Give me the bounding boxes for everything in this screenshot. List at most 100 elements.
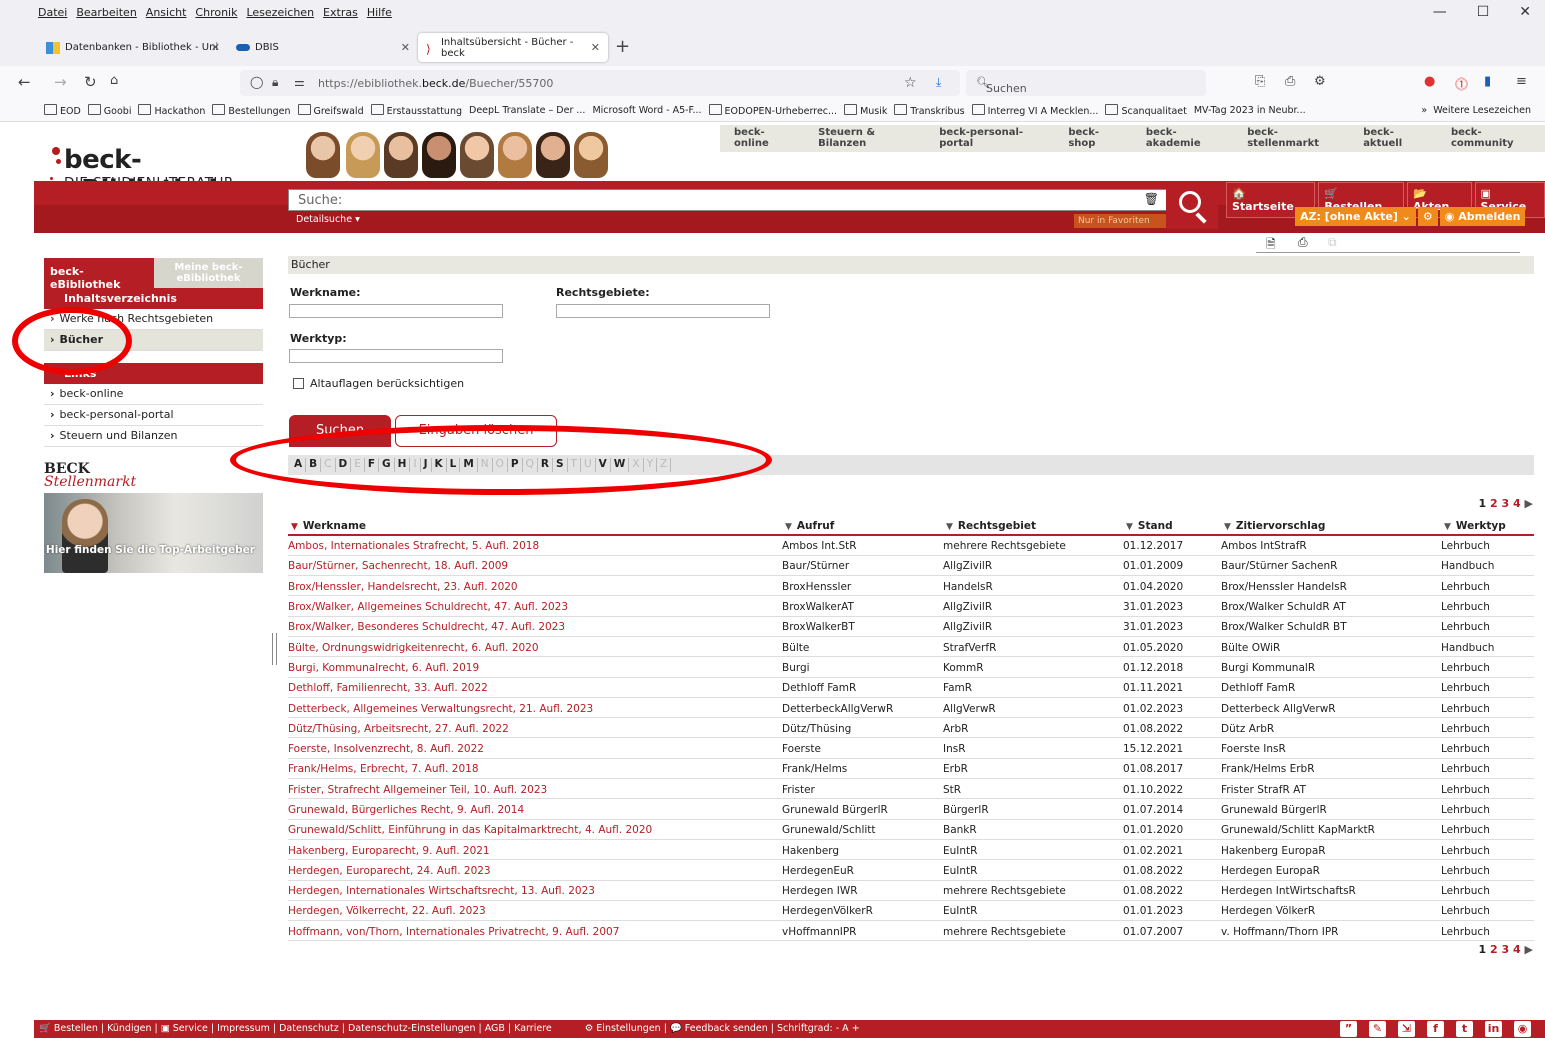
sidebar-resize-handle[interactable] (272, 633, 277, 665)
download-icon[interactable]: ⤓ (936, 75, 941, 90)
site-logo[interactable]: beck-eBibliothek DIE STUDIENLITERATUR (44, 137, 274, 205)
search-submit-button[interactable] (1166, 181, 1218, 229)
stellenmarkt-ad[interactable]: BECK Stellenmarkt Hier finden Sie die To… (44, 462, 263, 573)
cell-werkname[interactable]: Frank/Helms, Erbrecht, 7. Aufl. 2018 (288, 758, 782, 780)
cell-werkname[interactable]: Grunewald/Schlitt, Einführung in das Kap… (288, 819, 782, 840)
page-link[interactable]: 1 (1479, 943, 1487, 956)
menu-bearbeiten[interactable]: Bearbeiten (76, 6, 136, 19)
topnav-beck-online[interactable]: beck-online (720, 125, 804, 152)
rechtsgebiete-input[interactable] (556, 304, 770, 318)
sidebar-item-steuern-bilanzen[interactable]: › Steuern und Bilanzen (44, 426, 263, 447)
table-row[interactable]: Grunewald/Schlitt, Einführung in das Kap… (288, 819, 1534, 840)
bookmark-item[interactable]: Interreg VI A Mecklen... (972, 104, 1099, 117)
tab-inhaltsuebersicht[interactable]: ⟩ Inhaltsübersicht - Bücher - beck ✕ (418, 33, 608, 62)
shop-icon[interactable]: ⇲ (1398, 1021, 1415, 1037)
table-row[interactable]: Brox/Walker, Besonderes Schuldrecht, 47.… (288, 616, 1534, 637)
topnav-beck-akademie[interactable]: beck-akademie (1132, 125, 1233, 152)
col-header-aufruf[interactable]: ▼ Aufruf (782, 515, 943, 536)
close-tab-icon[interactable]: ✕ (211, 41, 220, 54)
topnav-beck-aktuell[interactable]: beck-aktuell (1349, 125, 1437, 152)
bookmark-item[interactable]: MV-Tag 2023 in Neubr... (1194, 105, 1306, 116)
abmelden-button[interactable]: ◉ Abmelden (1439, 207, 1526, 226)
col-header-zitiervorschlag[interactable]: ▼ Zitiervorschlag (1221, 515, 1441, 536)
table-row[interactable]: Foerste, Insolvenzrecht, 8. Aufl. 2022 Fo… (288, 737, 1534, 759)
extension-icon[interactable]: ⓵ (1455, 74, 1468, 93)
close-tab-icon[interactable]: ✕ (591, 41, 600, 54)
sidebar-item-beck-online[interactable]: › beck-online (44, 384, 263, 405)
settings-gear-icon[interactable]: ⚙ (1314, 74, 1326, 89)
cell-werkname[interactable]: Dethloff, Familienrecht, 33. Aufl. 2022 (288, 677, 782, 698)
printer-icon[interactable]: ⎙ (1285, 74, 1295, 89)
tab-meine-ebibliothek[interactable]: Meine beck-eBibliothek (154, 258, 263, 288)
forward-icon[interactable]: → (54, 73, 67, 91)
page-link[interactable]: 3 (1502, 497, 1510, 510)
url-bar[interactable]: ◯ 🔒︎ ⚌ https://ebibliothek.beck.de/Buech… (240, 70, 960, 96)
podcast-icon[interactable]: ✎ (1369, 1021, 1386, 1037)
bookmark-item[interactable]: Erstausstattung (371, 104, 462, 117)
bookmark-item[interactable]: Hackathon (138, 104, 205, 117)
table-row[interactable]: Burgi, Kommunalrecht, 6. Aufl. 2019 Burgi… (288, 656, 1534, 678)
topnav-personal-portal[interactable]: beck-personal-portal (925, 125, 1054, 152)
pocket-icon[interactable]: ⎘ (1255, 74, 1265, 89)
table-row[interactable]: Brox/Henssler, Handelsrecht, 23. Aufl. 2… (288, 575, 1534, 597)
page-link[interactable]: 3 (1502, 943, 1510, 956)
werkname-input[interactable] (289, 304, 503, 318)
werktyp-input[interactable] (289, 349, 503, 363)
footer-links[interactable]: 🛒 Bestellen | Kündigen | ▣ Service | Imp… (39, 1023, 552, 1034)
close-window-icon[interactable]: ✕ (1519, 4, 1531, 20)
home-icon[interactable]: ⌂ (110, 73, 118, 88)
akte-select[interactable]: AZ: [ohne Akte] ⌄ (1295, 207, 1416, 226)
col-header-werkname[interactable]: ▼ Werkname (288, 515, 782, 536)
cell-werkname[interactable]: Grunewald, Bürgerliches Recht, 9. Aufl. … (288, 798, 782, 820)
cell-werkname[interactable]: Dütz/Thüsing, Arbeitsrecht, 27. Aufl. 20… (288, 717, 782, 739)
close-tab-icon[interactable]: ✕ (401, 41, 410, 54)
table-row[interactable]: Frister, Strafrecht Allgemeiner Teil, 10… (288, 778, 1534, 800)
page-link[interactable]: 2 (1490, 943, 1498, 956)
more-bookmarks[interactable]: » Weitere Lesezeichen (1421, 105, 1531, 116)
linkedin-icon[interactable]: in (1485, 1021, 1502, 1037)
bookmark-item[interactable]: DeepL Translate – Der ... (469, 105, 585, 116)
altauflagen-checkbox[interactable]: Altauflagen berücksichtigen (293, 377, 464, 390)
col-header-rechtsgebiet[interactable]: ▼ Rechtsgebiet (943, 515, 1123, 536)
favorites-filter-checkbox[interactable]: Nur in Favoriten (1074, 214, 1167, 228)
page-link[interactable]: 1 (1479, 497, 1487, 510)
cell-werkname[interactable]: Hakenberg, Europarecht, 9. Aufl. 2021 (288, 839, 782, 861)
cell-werkname[interactable]: Burgi, Kommunalrecht, 6. Aufl. 2019 (288, 656, 782, 678)
settings-icon[interactable]: ⚙ (1417, 207, 1438, 226)
trash-icon[interactable]: 🗑︎ (1144, 192, 1159, 206)
new-tab-icon[interactable]: + (615, 36, 630, 57)
reload-icon[interactable]: ↻ (84, 73, 97, 91)
menu-ansicht[interactable]: Ansicht (146, 6, 187, 19)
cell-werkname[interactable]: Ambos, Internationales Strafrecht, 5. Au… (288, 535, 782, 556)
table-row[interactable]: Bülte, Ordnungswidrigkeitenrecht, 6. Auf… (288, 636, 1534, 658)
table-row[interactable]: Hoffmann, von/Thorn, Internationales Pri… (288, 920, 1534, 942)
site-search-input[interactable]: Suche: 🗑︎ (288, 189, 1168, 211)
back-icon[interactable]: ← (18, 73, 31, 91)
bookmark-item[interactable]: Greifswald (298, 104, 364, 117)
maximize-icon[interactable]: ☐ (1477, 4, 1490, 20)
table-row[interactable]: Dütz/Thüsing, Arbeitsrecht, 27. Aufl. 20… (288, 717, 1534, 739)
bookmark-item[interactable]: Transkribus (894, 104, 964, 117)
table-row[interactable]: Detterbeck, Allgemeines Verwaltungsrecht… (288, 697, 1534, 719)
table-row[interactable]: Baur/Stürner, Sachenrecht, 18. Aufl. 200… (288, 555, 1534, 577)
topnav-beck-shop[interactable]: beck-shop (1054, 125, 1132, 152)
cell-werkname[interactable]: Herdegen, Völkerrecht, 22. Aufl. 2023 (288, 900, 782, 922)
print-icon[interactable]: ⎙ (1298, 235, 1308, 250)
cell-werkname[interactable]: Herdegen, Europarecht, 24. Aufl. 2023 (288, 859, 782, 881)
document-icon[interactable]: 🗎 (1266, 235, 1276, 256)
next-page-icon[interactable]: ▶ (1525, 943, 1533, 956)
menu-datei[interactable]: Datei (38, 6, 67, 19)
next-page-icon[interactable]: ▶ (1525, 497, 1533, 510)
page-link[interactable]: 4 (1513, 497, 1521, 510)
topnav-stellenmarkt[interactable]: beck-stellenmarkt (1233, 125, 1349, 152)
bookmark-star-icon[interactable]: ☆ (904, 75, 917, 91)
browser-search[interactable]: 🔍︎ Suchen (966, 70, 1206, 96)
table-row[interactable]: Herdegen, Völkerrecht, 22. Aufl. 2023 Her… (288, 900, 1534, 922)
cell-werkname[interactable]: Foerste, Insolvenzrecht, 8. Aufl. 2022 (288, 737, 782, 759)
bookmark-item[interactable]: Microsoft Word - A5-F... (592, 105, 701, 116)
page-link[interactable]: 4 (1513, 943, 1521, 956)
tab-datenbanken[interactable]: Datenbanken - Bibliothek - Uni ✕ (38, 33, 228, 62)
col-header-stand[interactable]: ▼ Stand (1123, 515, 1221, 536)
bookmark-item[interactable]: Goobi (88, 104, 132, 117)
table-row[interactable]: Herdegen, Internationales Wirtschaftsrec… (288, 880, 1534, 901)
